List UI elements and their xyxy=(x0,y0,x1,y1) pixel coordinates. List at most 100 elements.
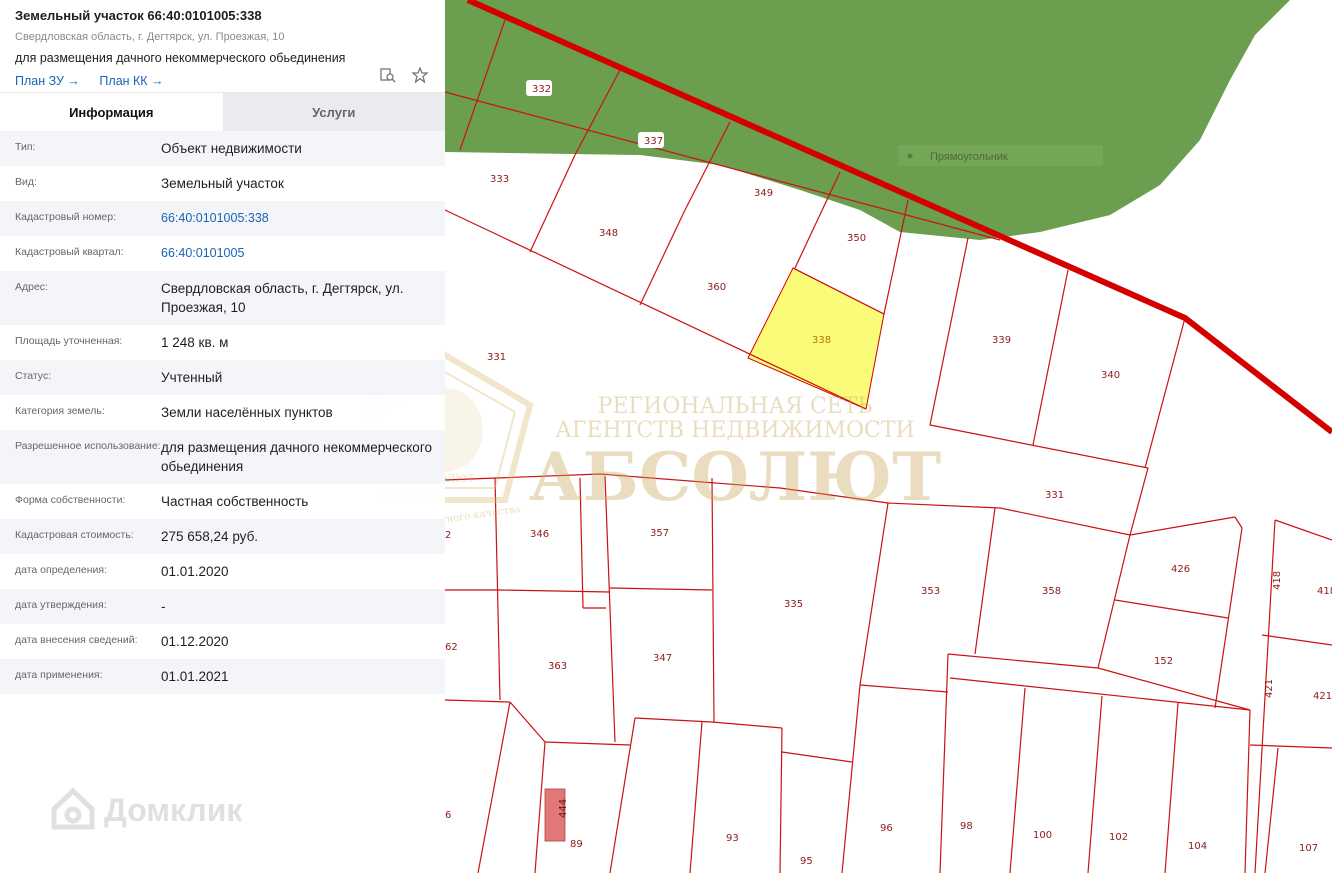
domclick-logo-icon xyxy=(50,785,96,836)
parcel-label: 100 xyxy=(1033,830,1052,841)
info-row: дата определения: 01.01.2020 xyxy=(0,554,445,589)
parcel-label: 331 xyxy=(1045,490,1064,501)
page-title: Земельный участок 66:40:0101005:338 xyxy=(15,8,262,23)
info-row-value: Свердловская область, г. Дегтярск, ул. П… xyxy=(161,281,404,315)
parcel-label: 332 xyxy=(532,84,551,95)
info-row-label: Кадастровая стоимость: xyxy=(15,529,134,541)
parcel-label: 348 xyxy=(599,228,618,239)
info-row-label: Кадастровый номер: xyxy=(15,211,117,223)
parcel-label: 349 xyxy=(754,188,773,199)
info-row: Адрес: Свердловская область, г. Дегтярск,… xyxy=(0,271,445,325)
info-row: Кадастровая стоимость: 275 658,24 руб. xyxy=(0,519,445,554)
header-purpose: для размещения дачного некоммерческого о… xyxy=(15,51,346,65)
parcel-label: 335 xyxy=(784,599,803,610)
parcel-label: 62 xyxy=(445,642,458,653)
header-address: Свердловская область, г. Дегтярск, ул. П… xyxy=(15,31,285,43)
info-row-value: Земельный участок xyxy=(161,176,284,191)
info-row-value: 01.01.2021 xyxy=(161,669,229,684)
panel-header: Земельный участок 66:40:0101005:338 Свер… xyxy=(0,0,445,92)
parcel-label: 104 xyxy=(1188,841,1207,852)
info-row-value: 01.12.2020 xyxy=(161,634,229,649)
parcel-label: 98 xyxy=(960,821,973,832)
info-panel: Земельный участок 66:40:0101005:338 Свер… xyxy=(0,0,445,873)
watermark-line1: РЕГИОНАЛЬНАЯ СЕТЬ xyxy=(598,394,873,419)
info-row-label: дата применения: xyxy=(15,669,103,681)
parcel-label: 347 xyxy=(653,653,672,664)
info-row-label: Кадастровый квартал: xyxy=(15,246,124,258)
parcel-label: 358 xyxy=(1042,586,1061,597)
info-row: Кадастровый квартал: 66:40:0101005 xyxy=(0,236,445,271)
info-row: Площадь уточненная: 1 248 кв. м xyxy=(0,325,445,360)
parcel-label: 350 xyxy=(847,233,866,244)
info-row-value: Учтенный xyxy=(161,370,223,385)
info-row-value: для размещения дачного некоммерческого о… xyxy=(161,440,432,474)
plan-zu-link[interactable]: План ЗУ → xyxy=(15,74,80,88)
info-row: дата применения: 01.01.2021 xyxy=(0,659,445,694)
parcel-label: 418 xyxy=(1317,586,1332,597)
info-row-label: Тип: xyxy=(15,141,36,153)
tab-bar: Информация Услуги xyxy=(0,92,445,131)
info-row: Тип: Объект недвижимости xyxy=(0,131,445,166)
info-row-link[interactable]: 66:40:0101005 xyxy=(161,244,445,263)
parcel-label: 421 xyxy=(1264,679,1275,698)
info-row-value: 1 248 кв. м xyxy=(161,335,229,350)
info-row: Вид: Земельный участок xyxy=(0,166,445,201)
search-document-icon[interactable] xyxy=(379,66,397,84)
star-icon[interactable] xyxy=(411,66,429,84)
info-table: Тип: Объект недвижимости Вид: Земельный уча… xyxy=(0,131,445,694)
parcel-label: 346 xyxy=(530,529,549,540)
info-row: Кадастровый номер: 66:40:0101005:338 xyxy=(0,201,445,236)
parcel-label: 340 xyxy=(1101,370,1120,381)
parcel-label: 444 xyxy=(558,799,569,818)
parcel-label: 95 xyxy=(800,856,813,867)
tab-information[interactable]: Информация xyxy=(0,93,223,131)
info-row-value: Объект недвижимости xyxy=(161,141,302,156)
info-row-label: Адрес: xyxy=(15,281,48,293)
info-row: Разрешенное использование: для размещения… xyxy=(0,430,445,484)
info-row: Статус: Учтенный xyxy=(0,360,445,395)
info-row-value: Земли населённых пунктов xyxy=(161,405,333,420)
domclick-watermark: Домклик xyxy=(50,785,242,836)
parcel-label: 93 xyxy=(726,833,739,844)
info-row-label: Разрешенное использование: xyxy=(15,440,161,452)
info-row-value: 01.01.2020 xyxy=(161,564,229,579)
parcel-label: 353 xyxy=(921,586,940,597)
map-tooltip: Прямоугольник xyxy=(930,151,1008,163)
info-row-link[interactable]: 66:40:0101005:338 xyxy=(161,209,445,228)
plan-kk-link[interactable]: План КК → xyxy=(99,74,163,88)
parcel-label: 96 xyxy=(880,823,893,834)
parcel-label: 426 xyxy=(1171,564,1190,575)
parcel-label: 2 xyxy=(445,530,451,541)
parcel-label: 107 xyxy=(1299,843,1318,854)
info-row-label: дата внесения сведений: xyxy=(15,634,138,646)
parcel-label: 102 xyxy=(1109,832,1128,843)
parcel-label: 338 xyxy=(812,335,831,346)
watermark-brand: АБСОЛЮТ xyxy=(529,438,942,516)
parcel-label: 418 xyxy=(1272,571,1283,590)
parcel-label: 152 xyxy=(1154,656,1173,667)
info-row: дата внесения сведений: 01.12.2020 xyxy=(0,624,445,659)
info-row-label: Форма собственности: xyxy=(15,494,126,506)
domclick-text: Домклик xyxy=(104,792,243,828)
info-row-label: Категория земель: xyxy=(15,405,105,417)
parcel-label: 357 xyxy=(650,528,669,539)
info-row-label: Статус: xyxy=(15,370,52,382)
info-row: Форма собственности: Частная собственност… xyxy=(0,484,445,519)
parcel-label: 360 xyxy=(707,282,726,293)
info-row: дата утверждения: - xyxy=(0,589,445,624)
info-row-label: дата определения: xyxy=(15,564,108,576)
info-row-value: Частная собственность xyxy=(161,494,309,509)
parcel-label: 331 xyxy=(487,352,506,363)
info-row-label: дата утверждения: xyxy=(15,599,107,611)
parcel-label: 339 xyxy=(992,335,1011,346)
parcel-label: 337 xyxy=(644,136,663,147)
parcel-label: 333 xyxy=(490,174,509,185)
info-row-value: - xyxy=(161,599,166,614)
tab-services[interactable]: Услуги xyxy=(222,93,445,131)
parcel-label: 6 xyxy=(445,810,451,821)
parcel-label: 363 xyxy=(548,661,567,672)
info-row: Категория земель: Земли населённых пункто… xyxy=(0,395,445,430)
parcel-label: 421 xyxy=(1313,691,1332,702)
info-row-value: 275 658,24 руб. xyxy=(161,529,259,544)
info-row-label: Площадь уточненная: xyxy=(15,335,123,347)
